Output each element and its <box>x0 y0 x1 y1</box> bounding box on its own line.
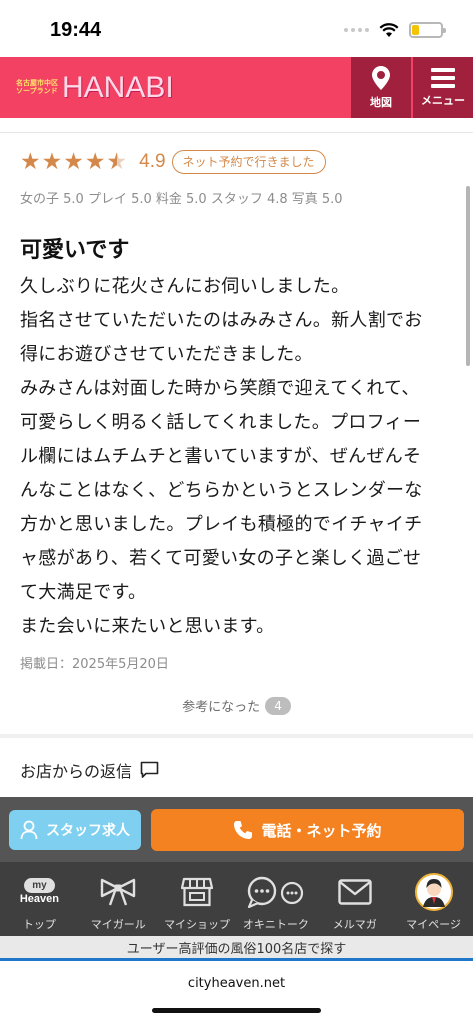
posted-date: 掲載日：2025年5月20日 <box>20 657 169 672</box>
helpful-count: 4 <box>265 696 291 715</box>
hanabi-logo[interactable]: 名古屋市中区 ソープランド HANABI <box>16 71 174 105</box>
helpful-label: 参考になった <box>182 700 261 715</box>
signal-icon <box>344 28 369 32</box>
person-icon <box>20 820 38 840</box>
map-button[interactable]: 地図 <box>351 57 411 118</box>
nav-label-my-shop: マイショップ <box>164 918 231 931</box>
logo-wordmark: HANABI <box>62 71 174 104</box>
nav-label-my-page: マイページ <box>406 918 461 931</box>
review-content[interactable]: ★ ★ ★ ★ ★★ 4.9 ネット予約で行きました 女の子 5.0 プレイ 5… <box>0 118 473 798</box>
promo-banner[interactable]: ユーザー高評価の風俗100名店で探す <box>0 936 473 961</box>
avatar-icon <box>414 873 453 911</box>
nav-item-top[interactable]: my Heaven トップ <box>0 862 79 936</box>
menu-label: メニュー <box>421 93 465 107</box>
star-icon: ★ <box>20 148 41 175</box>
phone-icon <box>234 821 253 839</box>
helpful-button[interactable]: 参考になった 4 <box>0 696 473 715</box>
review-line: ル欄にはムチムチと書いていますが、ぜんぜんそ <box>20 446 422 467</box>
url-text: cityheaven.net <box>187 976 286 991</box>
mail-icon <box>338 879 372 905</box>
home-indicator <box>152 1008 321 1013</box>
nav-label-okini-talk: オキニトーク <box>242 918 309 931</box>
nav-label-mail-magazine: メルマガ <box>332 918 377 931</box>
phone-net-reservation-button[interactable]: 電話・ネット予約 <box>151 809 464 851</box>
review-line: みみさんは対面した時から笑顔で迎えてくれて、 <box>20 378 420 399</box>
review-line: 指名させていただいたのはみみさん。新人割でお <box>20 310 423 331</box>
review-line: 可愛らしく明るく話してくれました。プロフィー <box>20 412 422 433</box>
nav-label-my-girl: マイガール <box>90 918 146 931</box>
review-line: て大満足です。 <box>20 582 147 603</box>
chat-icon <box>247 876 303 908</box>
shop-reply-label: お店からの返信 <box>20 762 133 781</box>
review-line: 方かと思いました。プレイも積極的でイチャイチ <box>20 514 423 535</box>
browser-url-bar[interactable]: cityheaven.net <box>0 964 473 1024</box>
net-reservation-badge: ネット予約で行きました <box>171 150 326 174</box>
shop-icon <box>181 877 214 907</box>
star-icon: ★ <box>41 148 63 175</box>
shop-reply-toggle[interactable]: お店からの返信 <box>20 758 159 782</box>
star-icon: ★ <box>84 148 106 175</box>
nav-item-okini-talk[interactable]: オキニトーク <box>236 862 315 936</box>
logo-subtitle: 名古屋市中区 ソープランド <box>16 80 58 95</box>
staff-recruit-label: スタッフ求人 <box>46 823 130 839</box>
half-star-icon: ★★ <box>106 148 128 175</box>
phone-screen: 19:44 名古屋市中区 ソープランド HANABI 地図 メニュー ★ ★ ★… <box>0 0 473 1024</box>
review-title: 可愛いです <box>20 238 130 263</box>
review-line: 久しぶりに花火さんにお伺いしました。 <box>20 276 350 297</box>
site-header: 名古屋市中区 ソープランド HANABI 地図 メニュー <box>0 57 473 118</box>
nav-item-my-page[interactable]: マイページ <box>394 862 473 936</box>
battery-icon <box>409 22 446 38</box>
review-line: ャ感があり、若くて可愛い女の子と楽しく過ごせ <box>20 548 422 569</box>
divider <box>0 132 473 133</box>
status-time: 19:44 <box>50 19 102 41</box>
section-divider <box>0 734 473 738</box>
wifi-icon <box>379 22 399 37</box>
hamburger-icon <box>431 67 455 88</box>
map-pin-icon <box>372 65 390 90</box>
star-rating: ★ ★ ★ ★ ★★ <box>20 148 128 175</box>
scrollbar[interactable] <box>466 186 470 366</box>
phone-net-reservation-label: 電話・ネット予約 <box>261 821 382 840</box>
menu-button[interactable]: メニュー <box>413 57 473 118</box>
nav-item-mail-magazine[interactable]: メルマガ <box>315 862 394 936</box>
bottom-navigation: my Heaven トップ マイガール マイショップ オキニトーク メルマガ マ… <box>0 862 473 936</box>
rating-row: ★ ★ ★ ★ ★★ 4.9 ネット予約で行きました <box>20 150 326 174</box>
action-bar: スタッフ求人 電話・ネット予約 <box>0 797 473 862</box>
sub-scores: 女の子 5.0 プレイ 5.0 料金 5.0 スタッフ 4.8 写真 5.0 <box>20 192 343 207</box>
review-line: んなことはなく、どちらかというとスレンダーな <box>20 480 423 501</box>
nav-item-my-shop[interactable]: マイショップ <box>158 862 237 936</box>
nav-item-my-girl[interactable]: マイガール <box>79 862 158 936</box>
review-line: 得にお遊びさせていただきました。 <box>20 344 313 365</box>
speech-bubble-icon <box>140 761 159 778</box>
map-label: 地図 <box>370 95 392 109</box>
status-bar: 19:44 <box>0 0 473 57</box>
rating-score: 4.9 <box>139 151 166 172</box>
nav-label-top: トップ <box>22 918 56 931</box>
status-icons <box>344 22 446 38</box>
review-line: また会いに来たいと思います。 <box>20 616 275 637</box>
review-body: 久しぶりに花火さんにお伺いしました。 指名させていただいたのはみみさん。新人割で… <box>20 270 455 644</box>
ribbon-icon <box>101 878 136 906</box>
my-heaven-icon: my Heaven <box>19 878 59 905</box>
star-icon: ★ <box>63 148 84 175</box>
staff-recruit-button[interactable]: スタッフ求人 <box>9 810 141 850</box>
